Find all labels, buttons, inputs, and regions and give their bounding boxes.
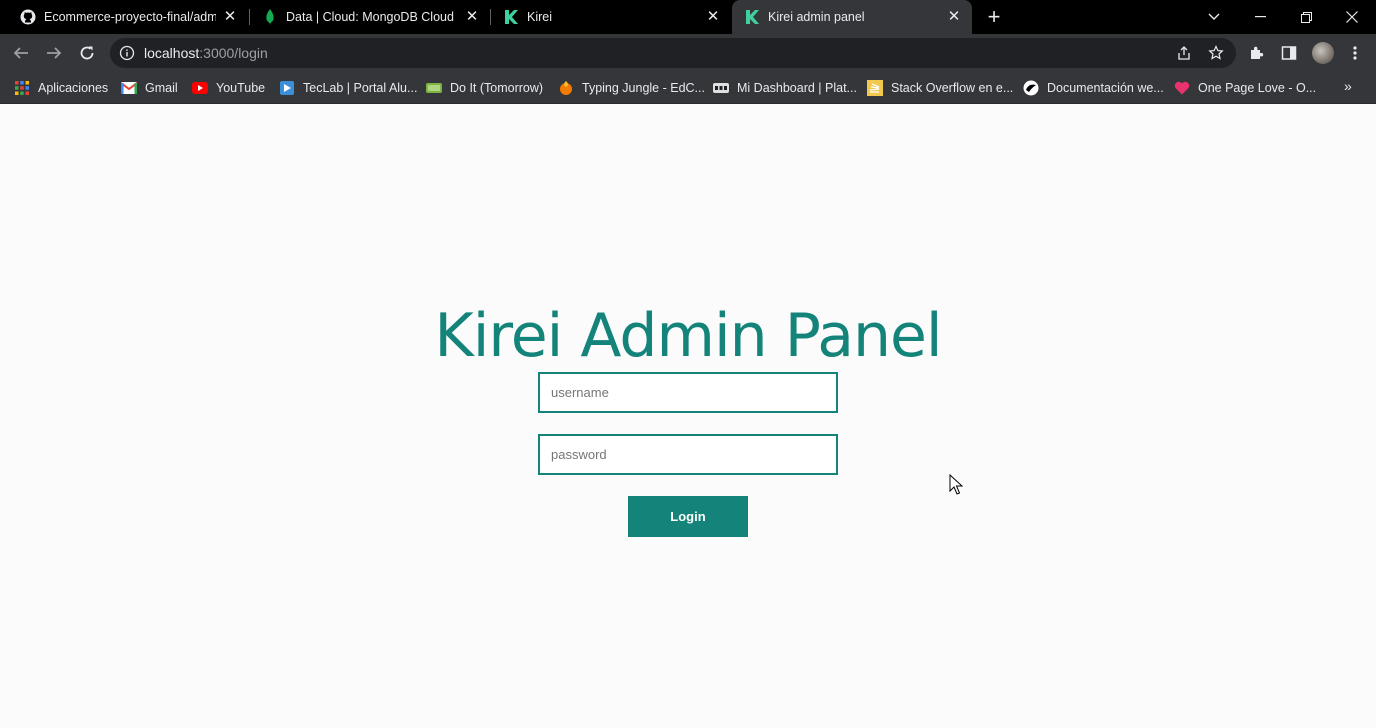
teclab-icon — [279, 80, 295, 96]
new-tab-plus-icon[interactable]: + — [984, 6, 1004, 28]
tab-title: Ecommerce-proyecto-final/admin — [44, 10, 216, 24]
bookmark-doit[interactable]: Do It (Tomorrow) — [426, 78, 543, 98]
close-tab-icon[interactable]: ✕ — [222, 9, 238, 25]
login-button[interactable]: Login — [628, 496, 748, 537]
tab-kirei[interactable]: Kirei ✕ — [491, 0, 731, 34]
youtube-icon — [192, 80, 208, 96]
tab-strip: Ecommerce-proyecto-final/admin ✕ Data | … — [0, 0, 1376, 34]
tab-title: Kirei admin panel — [768, 10, 865, 24]
mongodb-leaf-icon — [262, 9, 278, 25]
window-close-icon[interactable] — [1329, 0, 1375, 34]
mouse-pointer-icon — [949, 474, 963, 495]
bookmark-youtube[interactable]: YouTube — [192, 78, 265, 98]
gmail-icon — [121, 80, 137, 96]
bookmark-documentacion[interactable]: Documentación we... — [1023, 78, 1164, 98]
stackoverflow-icon — [867, 80, 883, 96]
typing-jungle-icon — [558, 80, 574, 96]
tab-search-chevron-icon[interactable] — [1191, 0, 1237, 34]
bookmark-label: One Page Love - O... — [1198, 81, 1317, 95]
address-bar[interactable]: localhost:3000/login — [110, 38, 1236, 68]
side-panel-icon[interactable] — [1279, 43, 1299, 63]
close-tab-icon[interactable]: ✕ — [705, 9, 721, 25]
heart-icon — [1174, 80, 1190, 96]
bookmark-label: Gmail — [145, 81, 178, 95]
bookmark-mi-dashboard[interactable]: Mi Dashboard | Plat... — [713, 78, 857, 98]
close-tab-icon[interactable]: ✕ — [946, 9, 962, 25]
password-input[interactable] — [538, 434, 838, 475]
bookmark-stack-overflow[interactable]: Stack Overflow en e... — [867, 78, 1013, 98]
profile-avatar[interactable] — [1312, 42, 1334, 64]
apps-grid-icon — [14, 80, 30, 96]
bookmark-aplicaciones[interactable]: Aplicaciones — [14, 78, 108, 98]
bookmark-one-page-love[interactable]: One Page Love - O... — [1174, 78, 1316, 98]
tab-title: Kirei — [527, 10, 553, 24]
back-arrow-icon[interactable] — [8, 40, 34, 66]
extensions-puzzle-icon[interactable] — [1247, 43, 1267, 63]
bookmark-star-icon[interactable] — [1206, 43, 1226, 63]
kirei-k-icon — [503, 9, 519, 25]
page-content: Kirei Admin Panel Login — [0, 105, 1376, 728]
tab-github[interactable]: Ecommerce-proyecto-final/admin ✕ — [8, 0, 248, 34]
page-title: Kirei Admin Panel — [434, 301, 942, 371]
documentation-icon — [1023, 80, 1039, 96]
bookmark-label: YouTube — [216, 81, 266, 95]
browser-toolbar: localhost:3000/login — [0, 34, 1376, 72]
bookmark-gmail[interactable]: Gmail — [121, 78, 178, 98]
dashboard-icon — [713, 80, 729, 96]
menu-kebab-icon[interactable] — [1345, 43, 1365, 63]
url-path: :3000/login — [199, 45, 268, 61]
url-host: localhost — [144, 45, 200, 61]
bookmark-typing-jungle[interactable]: Typing Jungle - EdC... — [558, 78, 705, 98]
more-bookmarks-chevron-icon[interactable]: » — [1344, 78, 1352, 94]
bookmark-teclab[interactable]: TecLab | Portal Alu... — [279, 78, 417, 98]
bookmark-label: Documentación we... — [1047, 81, 1164, 95]
reload-icon[interactable] — [74, 40, 100, 66]
site-info-icon[interactable] — [119, 45, 135, 61]
url-text[interactable]: localhost:3000/login — [144, 45, 268, 61]
username-input[interactable] — [538, 372, 838, 413]
restore-icon[interactable] — [1283, 0, 1329, 34]
kirei-k-icon — [744, 9, 760, 25]
github-icon — [20, 9, 36, 25]
tab-kirei-admin-panel[interactable]: Kirei admin panel ✕ — [732, 0, 972, 34]
close-tab-icon[interactable]: ✕ — [464, 9, 480, 25]
bookmarks-bar: Aplicaciones Gmail YouTube TecLab | Port… — [0, 72, 1376, 104]
minimize-icon[interactable] — [1237, 0, 1283, 34]
bookmark-label: Stack Overflow en e... — [891, 81, 1014, 95]
forward-arrow-icon[interactable] — [41, 40, 67, 66]
doit-icon — [426, 80, 442, 96]
bookmark-label: TecLab | Portal Alu... — [303, 81, 418, 95]
bookmark-label: Mi Dashboard | Plat... — [737, 81, 857, 95]
tab-mongodb[interactable]: Data | Cloud: MongoDB Cloud ✕ — [250, 0, 490, 34]
tab-title: Data | Cloud: MongoDB Cloud — [286, 10, 454, 24]
bookmark-label: Typing Jungle - EdC... — [582, 81, 705, 95]
bookmark-label: Aplicaciones — [38, 81, 109, 95]
share-icon[interactable] — [1174, 43, 1194, 63]
bookmark-label: Do It (Tomorrow) — [450, 81, 544, 95]
